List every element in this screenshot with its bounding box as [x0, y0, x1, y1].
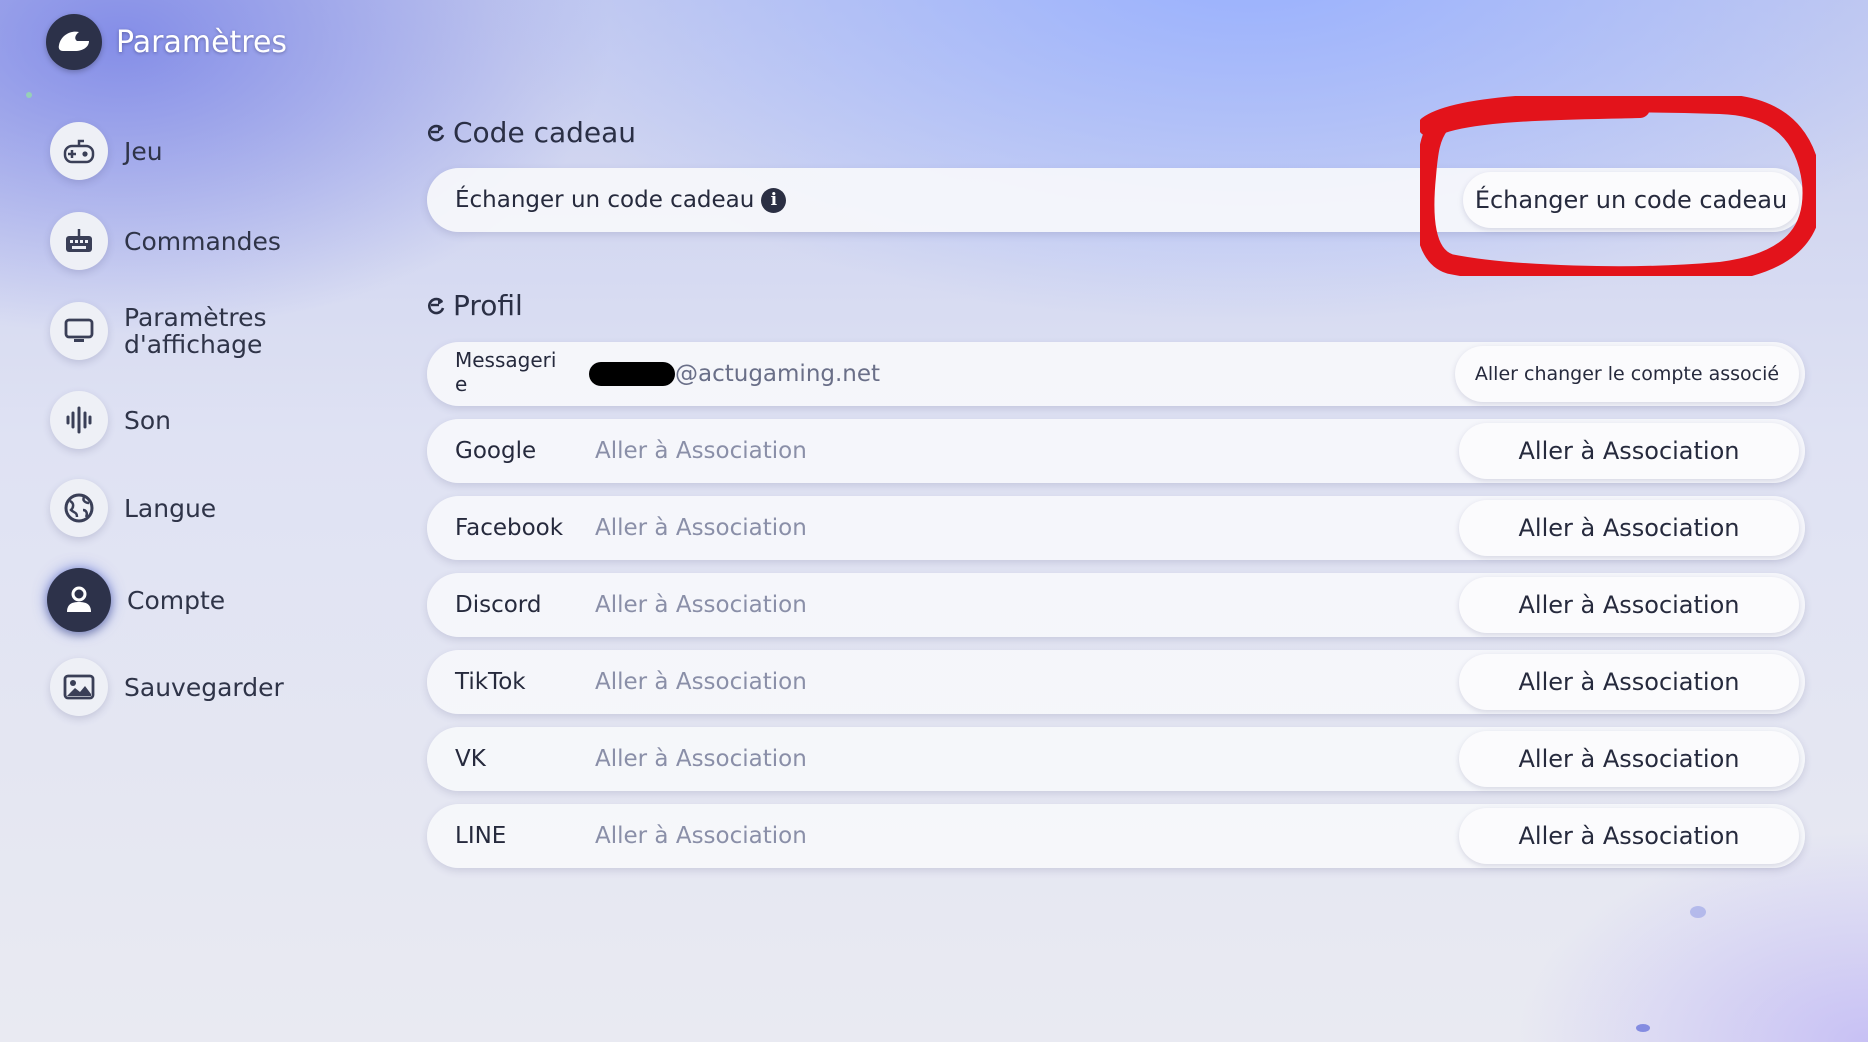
sidebar-item-label: Compte [127, 585, 226, 615]
globe-icon [50, 479, 108, 537]
account-row-discord: Discord Aller à Association Aller à Asso… [427, 573, 1805, 637]
sidebar-item-label: Langue [124, 493, 217, 523]
change-linked-account-button[interactable]: Aller changer le compte associé [1455, 346, 1799, 402]
email-value: @actugaming.net [589, 342, 880, 406]
sparkle-decoration [1690, 906, 1706, 918]
account-row-tiktok: TikTok Aller à Association Aller à Assoc… [427, 650, 1805, 714]
link-vk-button[interactable]: Aller à Association [1459, 731, 1799, 787]
red-circle-annotation [1420, 96, 1816, 276]
refresh-icon [428, 124, 445, 141]
profile-section-title-text: Profil [453, 289, 523, 322]
sidebar-item-compte[interactable]: Compte [47, 568, 226, 632]
sidebar-item-affichage[interactable]: Paramètres d'affichage [50, 302, 267, 360]
sidebar-item-jeu[interactable]: Jeu [50, 122, 163, 180]
sidebar-item-label: Son [124, 405, 172, 435]
sidebar-item-label-line2: d'affichage [124, 330, 263, 359]
email-domain: @actugaming.net [675, 361, 881, 387]
keyboard-icon [50, 212, 108, 270]
account-label: Discord [455, 592, 542, 618]
sidebar-item-label: Sauvegarder [124, 672, 284, 702]
sidebar-item-sauvegarder[interactable]: Sauvegarder [50, 658, 284, 716]
email-label: Messageri e [455, 348, 556, 396]
account-label: Google [455, 438, 537, 464]
email-label-line1: Messageri [455, 348, 557, 372]
account-label: Facebook [455, 515, 564, 541]
link-facebook-button[interactable]: Aller à Association [1459, 500, 1799, 556]
account-status: Aller à Association [595, 592, 807, 618]
gift-section-title: Code cadeau [425, 116, 636, 149]
app-header: Paramètres [46, 14, 287, 70]
account-status: Aller à Association [595, 746, 807, 772]
account-label: LINE [455, 823, 507, 849]
link-discord-button[interactable]: Aller à Association [1459, 577, 1799, 633]
gift-section-title-text: Code cadeau [453, 116, 637, 149]
account-status: Aller à Association [595, 438, 807, 464]
redacted-email-mark [589, 362, 675, 386]
link-google-button[interactable]: Aller à Association [1459, 423, 1799, 479]
email-label-line2: e [455, 372, 468, 396]
sidebar-item-label: Jeu [124, 136, 163, 166]
sidebar-item-label: Paramètres d'affichage [124, 304, 267, 358]
account-row-vk: VK Aller à Association Aller à Associati… [427, 727, 1805, 791]
link-tiktok-button[interactable]: Aller à Association [1459, 654, 1799, 710]
info-icon[interactable]: i [761, 187, 787, 213]
account-label: TikTok [455, 669, 526, 695]
sidebar-item-langue[interactable]: Langue [50, 479, 216, 537]
sparkle-decoration [26, 92, 32, 98]
account-row-facebook: Facebook Aller à Association Aller à Ass… [427, 496, 1805, 560]
gift-code-label-text: Échanger un code cadeau [455, 187, 755, 213]
sidebar-item-son[interactable]: Son [50, 391, 171, 449]
email-row: Messageri e @actugaming.net Aller change… [427, 342, 1805, 406]
profile-section-title: Profil [425, 289, 523, 322]
sidebar-item-label: Commandes [124, 226, 281, 256]
sidebar-item-label-line1: Paramètres [124, 303, 267, 332]
account-status: Aller à Association [595, 515, 807, 541]
sidebar-item-commandes[interactable]: Commandes [50, 212, 281, 270]
link-line-button[interactable]: Aller à Association [1459, 808, 1799, 864]
account-row-line: LINE Aller à Association Aller à Associa… [427, 804, 1805, 868]
account-label: VK [455, 746, 486, 772]
gift-code-label: Échanger un code cadeau i [455, 168, 787, 232]
refresh-icon [428, 297, 445, 314]
page-title: Paramètres [116, 24, 288, 60]
gamepad-icon [50, 122, 108, 180]
monitor-icon [50, 302, 108, 360]
sound-wave-icon [50, 391, 108, 449]
image-save-icon [50, 658, 108, 716]
sparkle-decoration [1636, 1024, 1650, 1032]
user-icon [47, 568, 111, 632]
account-status: Aller à Association [595, 823, 807, 849]
account-status: Aller à Association [595, 669, 807, 695]
account-row-google: Google Aller à Association Aller à Assoc… [427, 419, 1805, 483]
game-logo-icon [46, 14, 102, 70]
